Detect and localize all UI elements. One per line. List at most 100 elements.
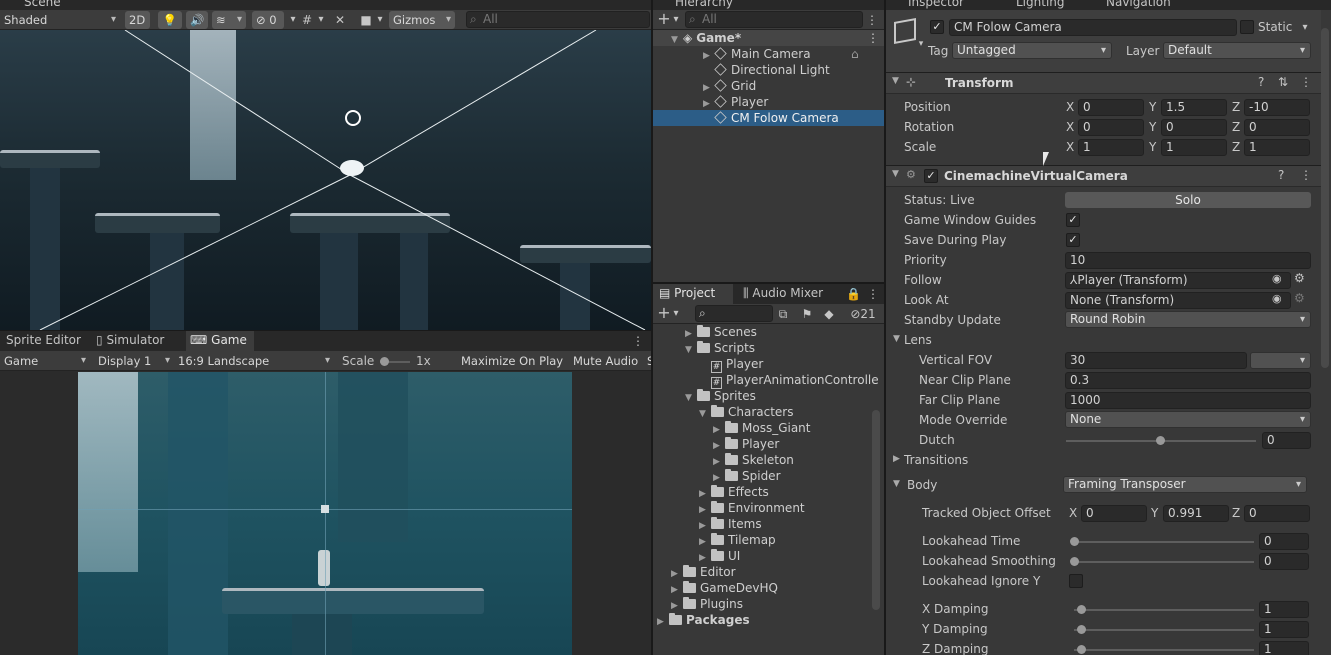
dutch-input[interactable]: 0 (1262, 432, 1311, 449)
layer-dropdown[interactable]: Default (1163, 42, 1311, 59)
fold-arrow-icon[interactable]: ▼ (893, 479, 900, 489)
grid-dropdown-icon[interactable]: ▾ (316, 12, 326, 28)
scene-search-input[interactable]: ⌕ All (466, 11, 650, 28)
tools-icon[interactable]: ✕ (332, 12, 348, 28)
hierarchy-search-input[interactable]: ⌕ All (685, 11, 863, 28)
create-dropdown-icon[interactable]: ▾ (671, 306, 681, 322)
lookahead-smoothing-knob[interactable] (1070, 557, 1079, 566)
tab-simulator[interactable]: ▯ Simulator (92, 331, 168, 351)
scene-menu-icon[interactable]: ⋮ (867, 30, 879, 46)
tracked-offset-y-input[interactable]: 0.991 (1163, 505, 1229, 522)
project-tree-item[interactable]: ▶ Tilemap (653, 532, 871, 548)
dutch-slider-knob[interactable] (1156, 436, 1165, 445)
fold-arrow-icon[interactable]: ▼ (893, 334, 900, 344)
hierarchy-menu-icon[interactable]: ⋮ (865, 12, 879, 28)
presets-icon[interactable]: ⇅ (1278, 75, 1288, 89)
project-tree-item[interactable]: ▶ GameDevHQ (653, 580, 871, 596)
project-tree-item[interactable]: ▶ UI (653, 548, 871, 564)
help-icon[interactable]: ? (1278, 168, 1284, 182)
inspector-scrollbar[interactable] (1321, 28, 1329, 368)
tab-audio-mixer[interactable]: ⫼ Audio Mixer (737, 284, 829, 304)
project-tree-item[interactable]: ▶ Scenes (653, 324, 871, 340)
scale-z-input[interactable]: 1 (1244, 139, 1310, 156)
far-clip-input[interactable]: 1000 (1065, 392, 1311, 409)
static-dropdown-icon[interactable]: ▾ (1300, 20, 1310, 36)
project-tree-item[interactable]: ▼ Sprites (653, 388, 871, 404)
scene-visibility-icon[interactable]: ⊘ 0 (252, 11, 284, 29)
project-search-input[interactable]: ⌕ (695, 305, 773, 322)
lookahead-ignore-y-checkbox[interactable] (1069, 574, 1083, 588)
hierarchy-item-selected[interactable]: CM Folow Camera (653, 110, 884, 126)
position-x-input[interactable]: 0 (1078, 99, 1144, 116)
expand-arrow-icon[interactable]: ▶ (657, 614, 669, 630)
body-dropdown[interactable]: Framing Transposer (1063, 476, 1307, 493)
project-tree-item[interactable]: ▶ Effects (653, 484, 871, 500)
help-icon[interactable]: ? (1258, 75, 1264, 89)
gear-icon[interactable]: ⚙ (1294, 291, 1305, 305)
transform-header[interactable]: ▼ ⊹ Transform ? ⇅ ⋮ (886, 72, 1321, 94)
vcam-enabled-checkbox[interactable]: ✓ (924, 169, 938, 183)
object-picker-icon[interactable]: ◉ (1272, 272, 1282, 285)
vcam-header[interactable]: ▼ ⚙ ✓ CinemachineVirtualCamera ? ⋮ (886, 165, 1321, 187)
icon-dropdown-icon[interactable]: ▾ (916, 36, 926, 52)
scale-x-input[interactable]: 1 (1078, 139, 1144, 156)
project-tree-item[interactable]: ▶ Editor (653, 564, 871, 580)
project-tree-item[interactable]: ▶ Spider (653, 468, 871, 484)
visibility-dropdown-icon[interactable]: ▾ (288, 12, 298, 28)
hierarchy-scene-row[interactable]: ▼ ◈ Game* ⋮ (653, 30, 884, 46)
hidden-packages-icon[interactable]: ⊘21 (845, 306, 881, 322)
project-tree-item[interactable]: # Player (653, 356, 871, 373)
scene-tab[interactable]: Scene (24, 0, 61, 9)
favorites-icon[interactable]: ◆ (821, 306, 837, 322)
hierarchy-item[interactable]: ▶ Grid (653, 78, 884, 94)
rotation-z-input[interactable]: 0 (1244, 119, 1310, 136)
tab-lighting[interactable]: Lighting (1016, 0, 1065, 9)
mode-override-dropdown[interactable]: None (1065, 411, 1311, 428)
grid-icon[interactable]: # (300, 12, 314, 28)
z-damping-knob[interactable] (1077, 645, 1086, 654)
search-by-label-icon[interactable]: ⚑ (799, 306, 815, 322)
near-clip-input[interactable]: 0.3 (1065, 372, 1311, 389)
component-menu-icon[interactable]: ⋮ (1300, 168, 1312, 182)
project-tree-item[interactable]: ▼ Characters (653, 404, 871, 420)
tag-dropdown[interactable]: Untagged (952, 42, 1112, 59)
z-damping-track[interactable] (1074, 649, 1254, 651)
gear-icon[interactable]: ⚙ (1294, 271, 1305, 285)
priority-input[interactable]: 10 (1065, 252, 1311, 269)
shading-mode-dropdown[interactable]: Shaded (0, 11, 120, 29)
add-dropdown-icon[interactable]: ▾ (671, 12, 681, 28)
look-at-object-field[interactable]: None (Transform) (1065, 292, 1291, 309)
z-damping-input[interactable]: 1 (1259, 641, 1309, 655)
scene-viewport[interactable] (0, 30, 651, 330)
fov-preset-dropdown[interactable] (1250, 352, 1311, 369)
fold-arrow-icon[interactable]: ▼ (892, 76, 899, 86)
hierarchy-tab[interactable]: Hierarchy (675, 0, 733, 9)
maximize-on-play-button[interactable]: Maximize On Play (457, 352, 565, 370)
project-tree-item[interactable]: ▶ Plugins (653, 596, 871, 612)
lookahead-time-input[interactable]: 0 (1259, 533, 1309, 550)
lock-icon[interactable]: 🔒 (846, 286, 861, 302)
project-tree-item[interactable]: # PlayerAnimationControlle (653, 372, 879, 389)
camera-dropdown-icon[interactable]: ▾ (375, 12, 385, 28)
mute-audio-button[interactable]: Mute Audio (569, 352, 641, 370)
solo-button[interactable]: Solo (1065, 192, 1311, 208)
game-menu-icon[interactable]: ⋮ (632, 333, 644, 349)
fold-arrow-icon[interactable]: ▶ (893, 454, 900, 464)
project-tree-item[interactable]: ▶ Skeleton (653, 452, 871, 468)
position-z-input[interactable]: -10 (1244, 99, 1310, 116)
scale-slider-knob[interactable] (380, 357, 389, 366)
project-tree-item[interactable]: ▼ Scripts (653, 340, 871, 356)
audio-toggle-icon[interactable]: 🔊 (186, 11, 208, 29)
tab-project[interactable]: ▤ Project (653, 284, 733, 304)
tracked-offset-z-input[interactable]: 0 (1244, 505, 1310, 522)
lighting-toggle-icon[interactable]: 💡 (158, 11, 182, 29)
mode-2d-toggle[interactable]: 2D (125, 11, 150, 29)
project-tree-item[interactable]: ▶ Environment (653, 500, 871, 516)
y-damping-input[interactable]: 1 (1259, 621, 1309, 638)
lookahead-time-knob[interactable] (1070, 537, 1079, 546)
x-damping-knob[interactable] (1077, 605, 1086, 614)
save-during-play-checkbox[interactable]: ✓ (1066, 233, 1080, 247)
tab-sprite-editor[interactable]: Sprite Editor (0, 331, 87, 351)
tab-inspector[interactable]: Inspector (908, 0, 964, 9)
vertical-fov-input[interactable]: 30 (1065, 352, 1247, 369)
